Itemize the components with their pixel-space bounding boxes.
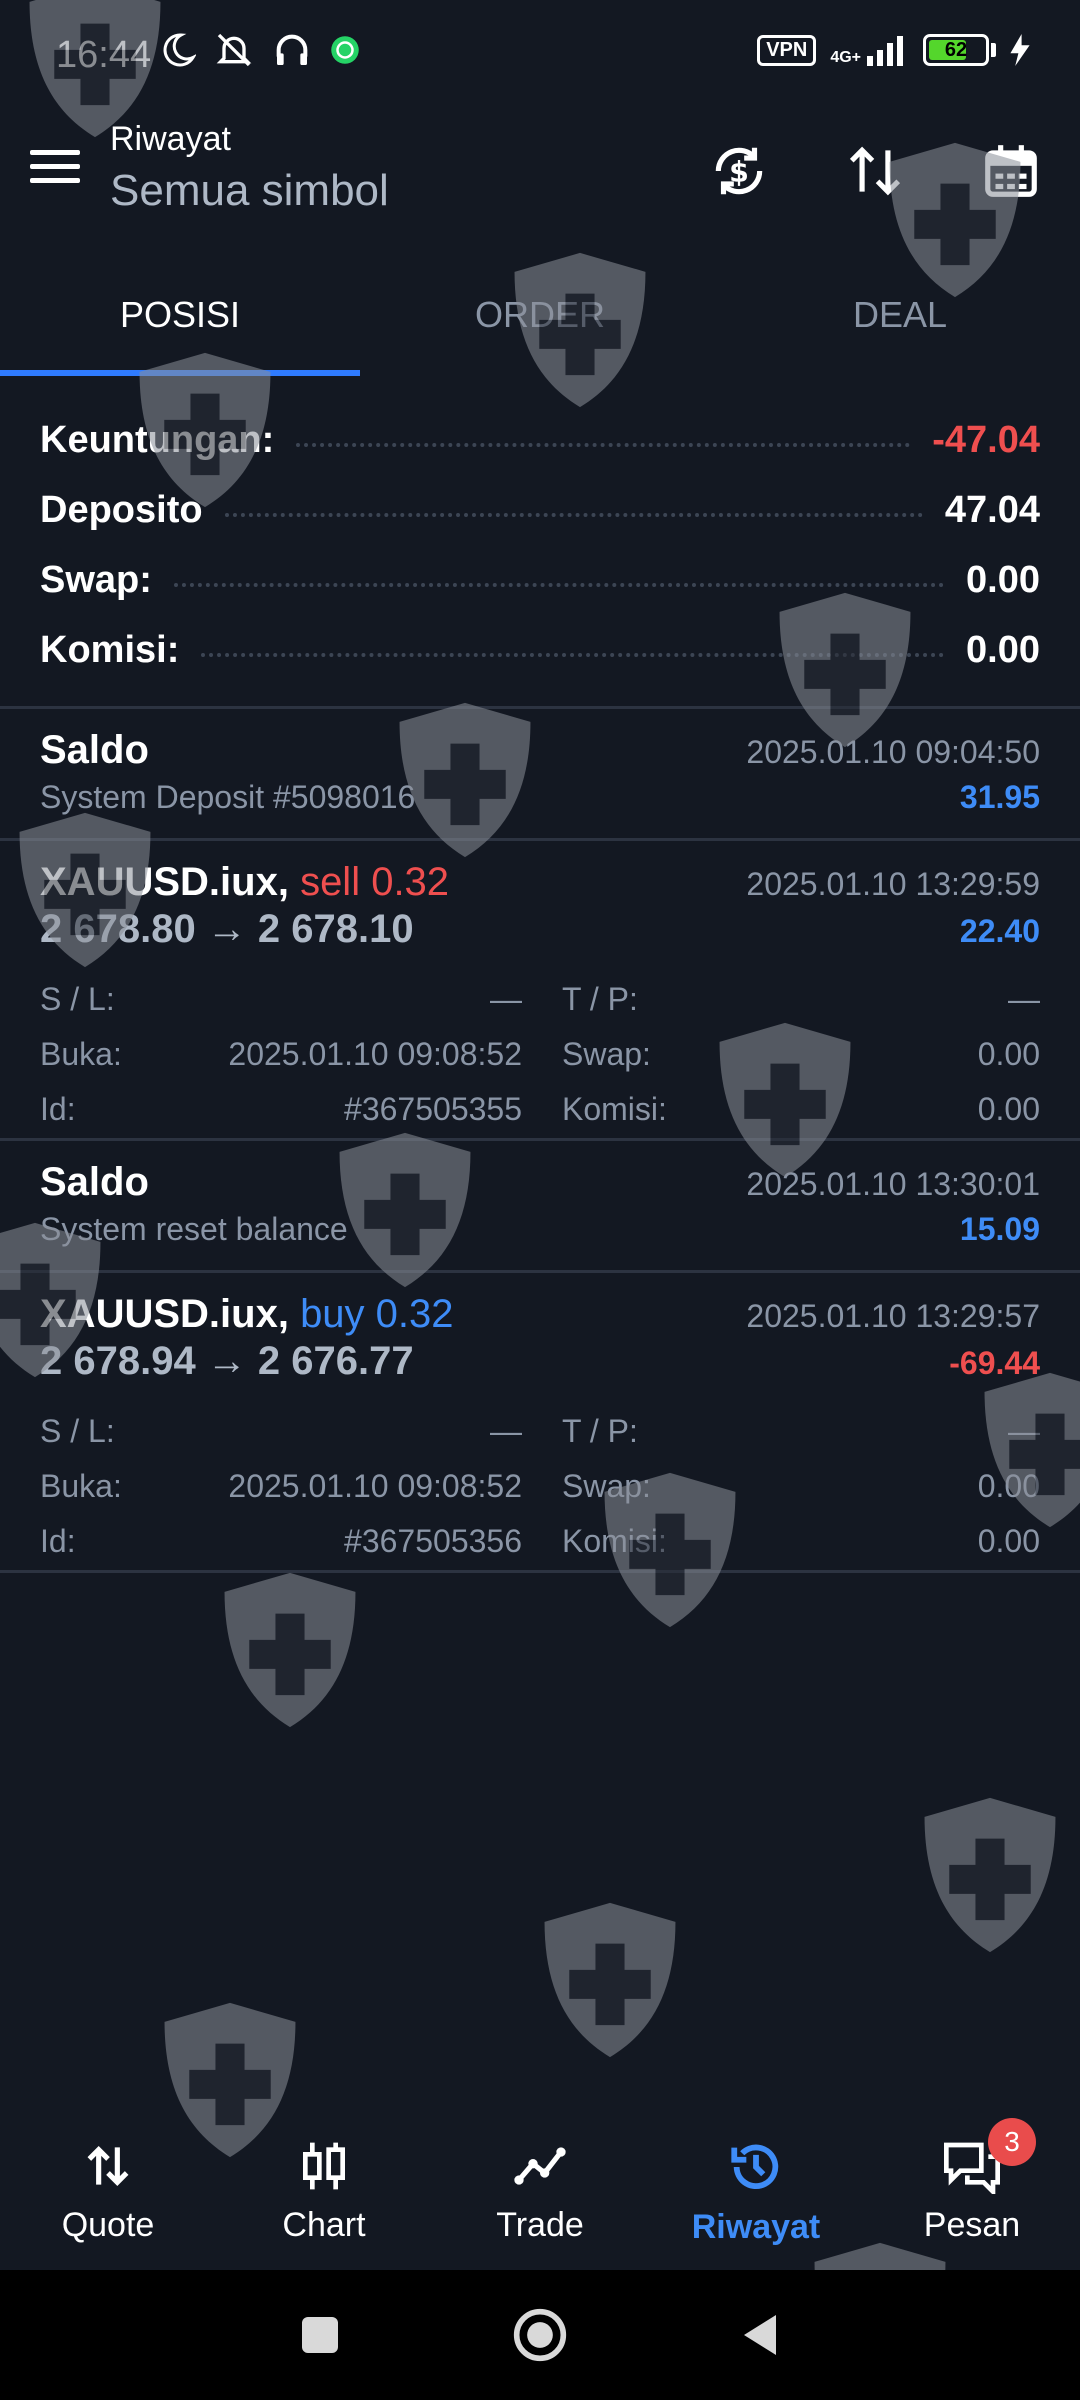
tab-deal[interactable]: DEAL (720, 270, 1080, 378)
summary-row-swap: Swap: 0.00 (40, 558, 1040, 601)
symbol-filter[interactable]: Semua simbol (110, 166, 389, 216)
summary-row-profit: Keuntungan: -47.04 (40, 418, 1040, 461)
nav-chart[interactable]: Chart (216, 2100, 432, 2270)
nav-pesan[interactable]: 3 Pesan (864, 2100, 1080, 2270)
headphones-icon (276, 34, 308, 65)
shield-plus-icon (224, 1572, 356, 1728)
history-entry-balance[interactable]: Saldo 2025.01.10 09:04:50 System Deposit… (0, 728, 1080, 816)
trade-profit: -69.44 (949, 1345, 1040, 1381)
battery-indicator: 62 (923, 34, 989, 66)
network-type: 4G+ (830, 49, 861, 66)
trade-line-icon (514, 2147, 566, 2185)
nav-trade[interactable]: Trade (432, 2100, 648, 2270)
bell-muted-icon (216, 33, 252, 67)
calendar-button[interactable] (978, 138, 1044, 204)
swap-value: 0.00 (966, 558, 1040, 601)
shield-plus-icon (544, 1902, 676, 2058)
charging-icon (1010, 34, 1030, 66)
back-button[interactable] (725, 2300, 795, 2370)
divider (0, 1270, 1080, 1273)
back-triangle-icon (744, 2315, 776, 2355)
trade-prices: 2 678.80 → 2 678.10 (40, 907, 414, 951)
commission-value: 0.00 (966, 628, 1040, 671)
history-entry-trade[interactable]: XAUUSD.iux, buy 0.32 2025.01.10 13:29:57… (0, 1292, 1080, 1569)
trade-side: buy 0.32 (300, 1292, 454, 1336)
status-time: 16:44 (56, 34, 152, 76)
whatsapp-icon (331, 36, 359, 64)
vpn-badge: VPN (757, 34, 817, 66)
shield-plus-icon (924, 1797, 1056, 1953)
home-button[interactable] (505, 2300, 575, 2370)
trade-prices: 2 678.94 → 2 676.77 (40, 1339, 414, 1383)
history-entry-trade[interactable]: XAUUSD.iux, sell 0.32 2025.01.10 13:29:5… (0, 860, 1080, 1137)
square-icon (302, 2317, 338, 2353)
status-bar: 16:44 VPN 4G+ 62 (0, 0, 1080, 110)
bottom-navigation: Quote Chart Trade Riwayat 3 Pesan (0, 2100, 1080, 2270)
deposit-value: 47.04 (944, 488, 1040, 531)
quote-arrows-icon (87, 2146, 129, 2186)
nav-quote[interactable]: Quote (0, 2100, 216, 2270)
sort-icon (849, 146, 901, 196)
summary-row-deposit: Deposito 47.04 (40, 488, 1040, 531)
summary-panel: Keuntungan: -47.04 Deposito 47.04 Swap: … (0, 405, 1080, 685)
svg-text:$: $ (729, 155, 749, 188)
tab-order[interactable]: ORDER (360, 270, 720, 378)
home-circle-icon (513, 2308, 567, 2362)
history-tabs: POSISI ORDER DEAL (0, 270, 1080, 378)
recents-button[interactable] (285, 2300, 355, 2370)
app-header: Riwayat Semua simbol $ (0, 110, 1080, 250)
currency-exchange-button[interactable]: $ (706, 138, 772, 204)
profit-value: -47.04 (932, 418, 1040, 461)
currency-exchange-icon: $ (715, 147, 763, 195)
sort-button[interactable] (842, 138, 908, 204)
divider (0, 1138, 1080, 1141)
tab-posisi[interactable]: POSISI (0, 270, 360, 378)
divider (0, 706, 1080, 709)
trade-side: sell 0.32 (300, 860, 450, 904)
message-count-badge: 3 (988, 2118, 1036, 2166)
menu-button[interactable] (30, 150, 80, 190)
divider (0, 838, 1080, 841)
nav-riwayat[interactable]: Riwayat (648, 2100, 864, 2270)
signal-icon (867, 36, 903, 66)
moon-icon (163, 33, 196, 67)
divider (0, 1570, 1080, 1573)
page-title: Riwayat (110, 120, 231, 158)
history-icon (731, 2144, 779, 2190)
candlestick-chart-icon (303, 2142, 345, 2190)
trade-profit: 22.40 (959, 913, 1040, 949)
calendar-icon (985, 145, 1037, 197)
system-navigation-bar (0, 2270, 1080, 2400)
history-entry-balance[interactable]: Saldo 2025.01.10 13:30:01 System reset b… (0, 1160, 1080, 1248)
summary-row-commission: Komisi: 0.00 (40, 628, 1040, 671)
